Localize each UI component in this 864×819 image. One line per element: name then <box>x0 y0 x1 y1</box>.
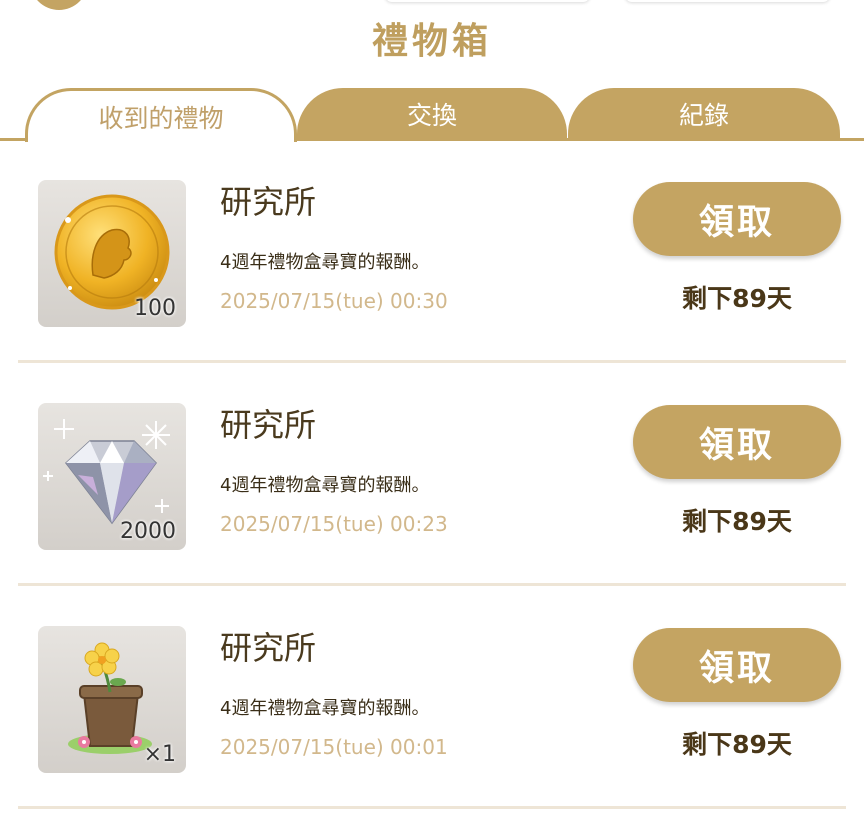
remaining-days: 剩下89天 <box>682 507 792 536</box>
gift-description: 4週年禮物盒尋寶的報酬。 <box>220 698 430 719</box>
gift-sender: 研究所 <box>220 183 317 221</box>
gift-date: 2025/07/15(tue) 00:01 <box>220 735 448 759</box>
row-separator <box>18 583 846 586</box>
remaining-days: 剩下89天 <box>682 730 792 759</box>
top-bar-edge <box>385 0 590 2</box>
gift-quantity: ×1 <box>143 742 176 767</box>
claim-button[interactable]: 領取 <box>633 405 841 479</box>
gift-sender: 研究所 <box>220 629 317 667</box>
top-bar-edge <box>625 0 830 2</box>
tab-history[interactable]: 紀錄 <box>568 88 840 140</box>
gift-thumbnail: 100 <box>38 180 186 327</box>
claim-button[interactable]: 領取 <box>633 628 841 702</box>
gift-quantity: 2000 <box>120 519 176 544</box>
gift-row: 100 研究所 4週年禮物盒尋寶的報酬。 2025/07/15(tue) 00:… <box>18 141 846 363</box>
gift-date: 2025/07/15(tue) 00:23 <box>220 512 448 536</box>
gift-thumbnail: 2000 <box>38 403 186 550</box>
gift-row: 2000 研究所 4週年禮物盒尋寶的報酬。 2025/07/15(tue) 00… <box>18 364 846 586</box>
tab-exchange[interactable]: 交換 <box>297 88 567 140</box>
remaining-days: 剩下89天 <box>682 284 792 313</box>
gift-description: 4週年禮物盒尋寶的報酬。 <box>220 252 430 273</box>
gift-sender: 研究所 <box>220 406 317 444</box>
page-title: 禮物箱 <box>371 21 492 62</box>
avatar-edge <box>30 0 88 10</box>
gift-quantity: 100 <box>134 296 176 321</box>
claim-button[interactable]: 領取 <box>633 182 841 256</box>
tab-received-gifts[interactable]: 收到的禮物 <box>25 88 297 142</box>
gift-date: 2025/07/15(tue) 00:30 <box>220 289 448 313</box>
gift-thumbnail: ×1 <box>38 626 186 773</box>
gift-row: ×1 研究所 4週年禮物盒尋寶的報酬。 2025/07/15(tue) 00:0… <box>18 587 846 809</box>
row-separator <box>18 806 846 809</box>
row-separator <box>18 360 846 363</box>
gift-description: 4週年禮物盒尋寶的報酬。 <box>220 475 430 496</box>
